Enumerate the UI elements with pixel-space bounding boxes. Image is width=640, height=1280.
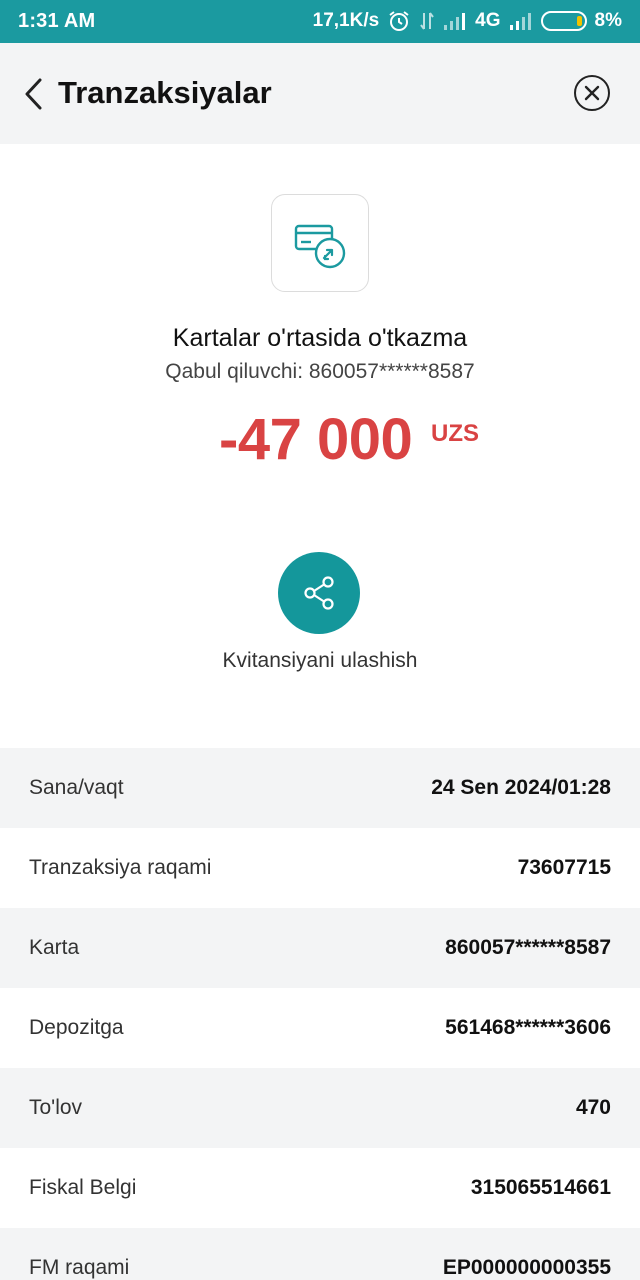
battery-level: 8% [594, 10, 622, 31]
share-icon [278, 576, 360, 638]
detail-label: Fiskal Belgi [29, 1176, 137, 1199]
detail-label: Depozitga [29, 1016, 124, 1039]
detail-value: EP000000000355 [442, 1256, 611, 1279]
data-transfer-icon [419, 9, 435, 33]
chevron-left-icon[interactable] [20, 76, 50, 112]
status-indicators: 17,1K/s 4G 8% [313, 8, 622, 34]
signal-icon [443, 11, 467, 31]
detail-value: 561468******3606 [445, 1016, 611, 1039]
detail-label: Karta [29, 936, 80, 959]
detail-row-fm-number: FM raqami EP000000000355 [0, 1228, 640, 1280]
detail-label: Tranzaksiya raqami [29, 856, 212, 879]
detail-label: FM raqami [29, 1256, 130, 1279]
network-speed: 17,1K/s [312, 10, 380, 31]
detail-row-deposit: Depozitga 561468******3606 [0, 988, 640, 1068]
share-button[interactable] [278, 552, 360, 634]
detail-row-payment: To'lov 470 [0, 1068, 640, 1148]
detail-value: 860057******8587 [445, 936, 611, 959]
status-time: 1:31 AM [18, 10, 96, 32]
close-circle-icon[interactable] [574, 75, 610, 111]
detail-value: 24 Sen 2024/01:28 [431, 776, 611, 799]
header: Tranzaksiyalar [0, 43, 640, 144]
network-type: 4G [475, 10, 501, 31]
detail-row-date: Sana/vaqt 24 Sen 2024/01:28 [0, 748, 640, 828]
detail-value: 470 [575, 1096, 611, 1119]
transaction-details: Sana/vaqt 24 Sen 2024/01:28 Tranzaksiya … [0, 748, 640, 1280]
alarm-icon [387, 9, 411, 33]
page-title: Tranzaksiyalar [58, 75, 272, 110]
detail-row-transaction-number: Tranzaksiya raqami 73607715 [0, 828, 640, 908]
transaction-title: Kartalar o'rtasida o'tkazma [172, 324, 468, 352]
transaction-recipient: Qabul qiluvchi: 860057******8587 [165, 360, 475, 383]
detail-row-card: Karta 860057******8587 [0, 908, 640, 988]
transaction-amount: -47 000 [219, 407, 413, 472]
detail-value: 315065514661 [470, 1176, 611, 1199]
share-label: Kvitansiyani ulashish [222, 649, 418, 672]
signal-icon [509, 11, 533, 31]
status-bar: 1:31 AM 17,1K/s 4G 8% [0, 0, 640, 43]
card-transfer-icon [271, 194, 369, 292]
detail-value: 73607715 [517, 856, 611, 879]
transaction-currency: UZS [431, 420, 479, 447]
battery-icon [540, 11, 587, 31]
detail-row-fiscal-sign: Fiskal Belgi 315065514661 [0, 1148, 640, 1228]
detail-label: To'lov [29, 1096, 83, 1119]
detail-label: Sana/vaqt [29, 776, 124, 799]
transaction-amount-group: -47 000 UZS [219, 406, 479, 486]
